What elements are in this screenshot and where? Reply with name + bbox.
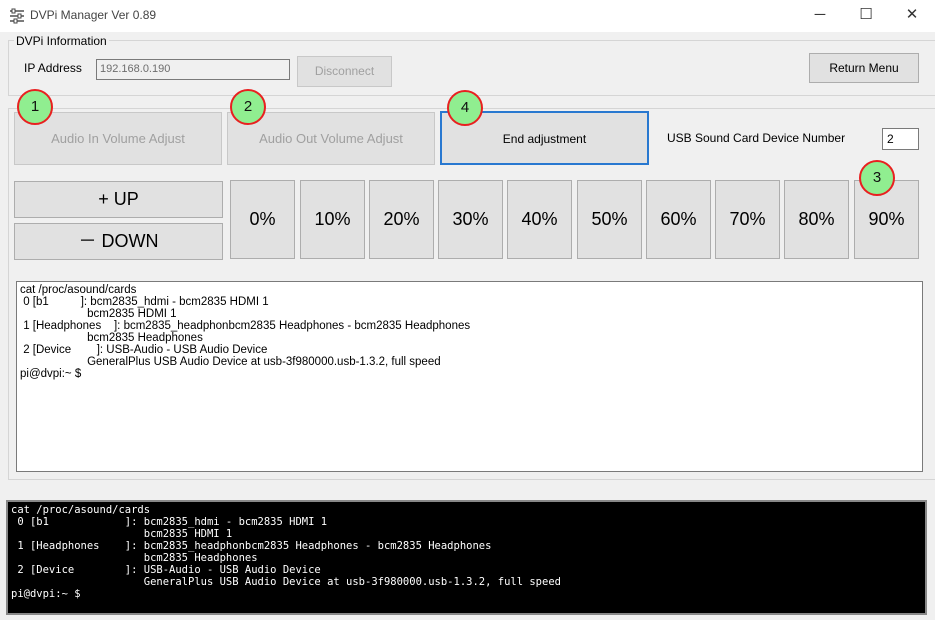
close-button[interactable]: ✕ [889,0,935,32]
return-menu-button[interactable]: Return Menu [809,53,919,83]
percent-0-button[interactable]: 0% [230,180,295,259]
volume-down-button[interactable]: － DOWN [14,223,223,260]
command-output-textarea[interactable]: cat /proc/asound/cards 0 [b1 ]: bcm2835_… [16,281,923,472]
usb-sound-card-label: USB Sound Card Device Number [667,131,846,145]
usb-device-number-field[interactable]: 2 [882,128,919,150]
maximize-button[interactable]: ☐ [843,0,889,32]
volume-up-button[interactable]: + UP [14,181,223,218]
group-label: DVPi Information [14,34,109,48]
annotation-marker-4: 4 [447,90,483,126]
percent-40-button[interactable]: 40% [507,180,572,259]
window-title: DVPi Manager Ver 0.89 [30,8,157,22]
percent-20-button[interactable]: 20% [369,180,434,259]
annotation-marker-1: 1 [17,89,53,125]
annotation-marker-2: 2 [230,89,266,125]
annotation-marker-3: 3 [859,160,895,196]
percent-30-button[interactable]: 30% [438,180,503,259]
percent-70-button[interactable]: 70% [715,180,780,259]
terminal-console[interactable]: cat /proc/asound/cards 0 [b1 ]: bcm2835_… [6,500,927,615]
ip-address-label: IP Address [24,61,82,75]
disconnect-button[interactable]: Disconnect [297,56,392,87]
ip-address-field[interactable]: 192.168.0.190 [96,59,290,80]
percent-60-button[interactable]: 60% [646,180,711,259]
sliders-icon [9,8,25,24]
percent-10-button[interactable]: 10% [300,180,365,259]
minimize-button[interactable]: ─ [797,0,843,32]
percent-80-button[interactable]: 80% [784,180,849,259]
percent-50-button[interactable]: 50% [577,180,642,259]
